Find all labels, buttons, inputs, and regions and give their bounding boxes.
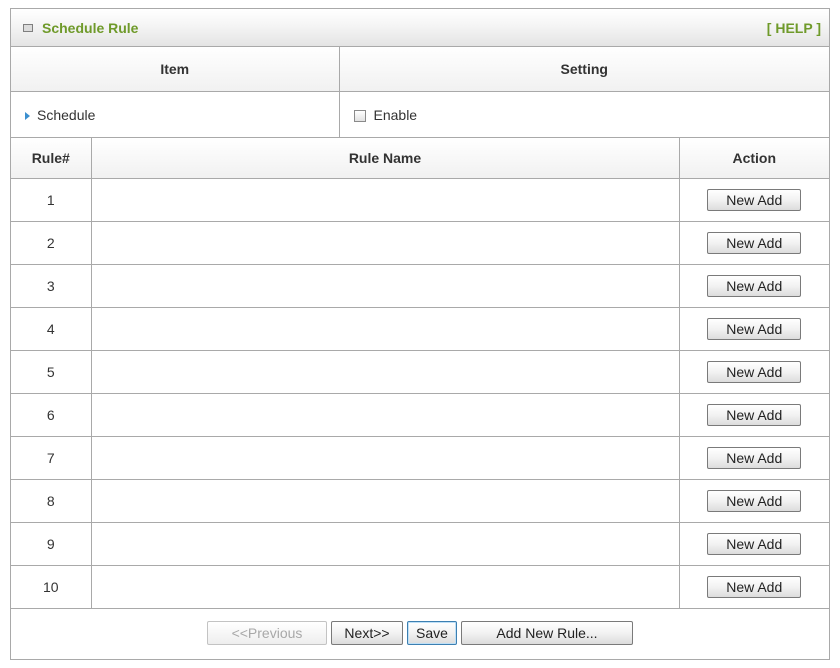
new-add-button[interactable]: New Add — [707, 490, 802, 512]
save-button[interactable]: Save — [407, 621, 457, 645]
table-row: 7 New Add — [11, 436, 829, 480]
rule-number: 7 — [11, 436, 92, 480]
table-row: 6 New Add — [11, 393, 829, 437]
square-bullet-icon — [23, 23, 33, 32]
new-add-button[interactable]: New Add — [707, 232, 802, 254]
settings-table: Item Setting Schedule Enable — [11, 47, 829, 138]
help-link[interactable]: [ HELP ] — [767, 20, 821, 36]
table-row: 10 New Add — [11, 565, 829, 609]
rule-action-cell: New Add — [679, 221, 829, 265]
table-row: 5 New Add — [11, 350, 829, 394]
rule-name — [91, 307, 680, 351]
rule-number: 10 — [11, 565, 92, 609]
rules-table: Rule# Rule Name Action 1 New Add 2 New Add 3… — [11, 138, 829, 609]
rule-name — [91, 264, 680, 308]
col-rule-header: Rule# — [11, 138, 92, 179]
rule-name — [91, 221, 680, 265]
rule-name — [91, 393, 680, 437]
rule-name — [91, 565, 680, 609]
rule-number: 2 — [11, 221, 92, 265]
rule-name — [91, 522, 680, 566]
rule-number: 9 — [11, 522, 92, 566]
table-row: 3 New Add — [11, 264, 829, 308]
settings-header-row: Item Setting — [11, 47, 829, 92]
table-row: 2 New Add — [11, 221, 829, 265]
schedule-row: Schedule Enable — [11, 91, 829, 138]
rule-action-cell: New Add — [679, 436, 829, 480]
new-add-button[interactable]: New Add — [707, 318, 802, 340]
rule-name — [91, 350, 680, 394]
rules-header-row: Rule# Rule Name Action — [11, 138, 829, 179]
enable-checkbox[interactable] — [353, 109, 366, 122]
rule-action-cell: New Add — [679, 307, 829, 351]
panel-title-group: Schedule Rule — [23, 20, 138, 36]
rule-name — [91, 479, 680, 523]
new-add-button[interactable]: New Add — [707, 533, 802, 555]
rule-number: 6 — [11, 393, 92, 437]
new-add-button[interactable]: New Add — [707, 447, 802, 469]
rule-action-cell: New Add — [679, 393, 829, 437]
new-add-button[interactable]: New Add — [707, 189, 802, 211]
rule-number: 1 — [11, 178, 92, 222]
col-item-header: Item — [11, 47, 340, 92]
previous-button[interactable]: <<Previous — [207, 621, 327, 645]
rule-number: 5 — [11, 350, 92, 394]
rule-action-cell: New Add — [679, 565, 829, 609]
rule-name — [91, 436, 680, 480]
table-row: 4 New Add — [11, 307, 829, 351]
new-add-button[interactable]: New Add — [707, 404, 802, 426]
col-action-header: Action — [679, 138, 829, 179]
col-rule-name-header: Rule Name — [91, 138, 680, 179]
rule-action-cell: New Add — [679, 264, 829, 308]
table-row: 8 New Add — [11, 479, 829, 523]
rule-number: 3 — [11, 264, 92, 308]
enable-label: Enable — [373, 106, 418, 123]
footer-buttons: <<Previous Next>> Save Add New Rule... — [11, 609, 829, 657]
schedule-label-cell: Schedule — [11, 91, 340, 138]
schedule-label: Schedule — [37, 106, 96, 123]
rule-name — [91, 178, 680, 222]
new-add-button[interactable]: New Add — [707, 361, 802, 383]
panel-title: Schedule Rule — [42, 19, 139, 36]
panel-header: Schedule Rule [ HELP ] — [11, 9, 829, 47]
rule-action-cell: New Add — [679, 522, 829, 566]
new-add-button[interactable]: New Add — [707, 275, 802, 297]
schedule-rule-panel: Schedule Rule [ HELP ] Item Setting Sche… — [10, 8, 830, 660]
next-button[interactable]: Next>> — [331, 621, 403, 645]
enable-cell: Enable — [339, 91, 829, 138]
rule-action-cell: New Add — [679, 350, 829, 394]
triangle-right-icon — [25, 111, 30, 120]
rule-number: 4 — [11, 307, 92, 351]
table-row: 9 New Add — [11, 522, 829, 566]
table-row: 1 New Add — [11, 178, 829, 222]
new-add-button[interactable]: New Add — [707, 576, 802, 598]
rule-action-cell: New Add — [679, 479, 829, 523]
rule-number: 8 — [11, 479, 92, 523]
add-new-rule-button[interactable]: Add New Rule... — [461, 621, 633, 645]
rule-action-cell: New Add — [679, 178, 829, 222]
col-setting-header: Setting — [339, 47, 829, 92]
